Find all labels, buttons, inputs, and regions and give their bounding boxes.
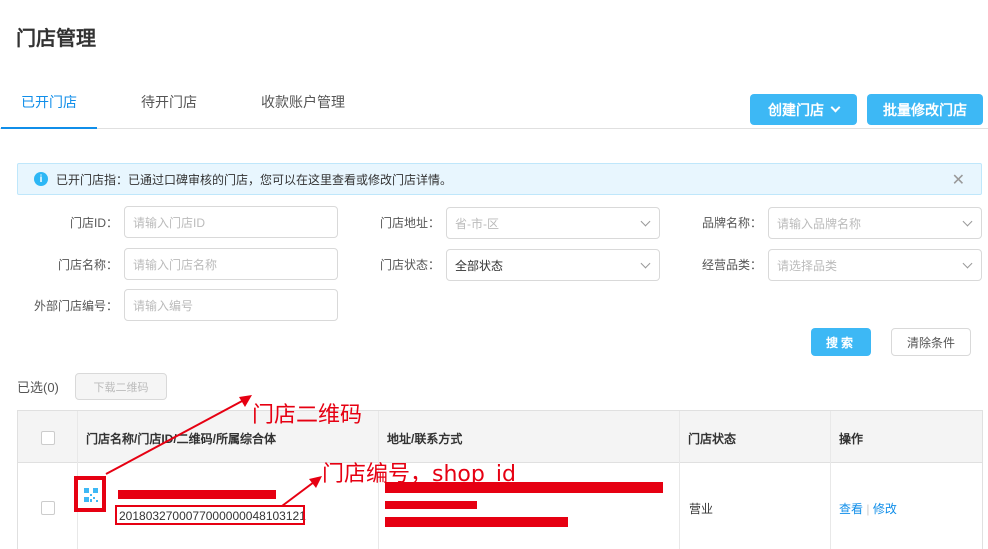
shop-id-annotation-label: 门店编号，shop_id xyxy=(322,462,516,487)
qr-arrow-line xyxy=(105,399,245,475)
qr-annotation-label: 门店二维码 xyxy=(252,403,363,428)
shop-id-arrow-head xyxy=(309,476,322,488)
shop-id-arrow-line xyxy=(281,481,315,507)
